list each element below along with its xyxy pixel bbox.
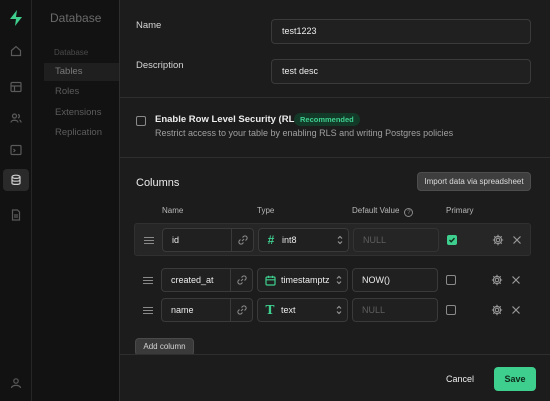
text-t-icon: T xyxy=(265,303,275,317)
import-spreadsheet-button[interactable]: Import data via spreadsheet xyxy=(417,172,531,191)
table-description-input[interactable]: test desc xyxy=(271,59,531,84)
column-row: created_at timestamptz NOW() xyxy=(134,264,531,297)
drag-handle-icon[interactable] xyxy=(143,307,153,314)
docs-icon[interactable] xyxy=(8,207,24,223)
link-icon[interactable] xyxy=(230,269,252,291)
nav-rail xyxy=(0,0,32,401)
hash-icon: # xyxy=(267,233,275,247)
rls-description: Restrict access to your table by enablin… xyxy=(155,128,454,138)
divider xyxy=(120,157,550,158)
column-type-value: int8 xyxy=(282,235,297,245)
primary-key-checkbox[interactable] xyxy=(446,305,456,315)
chevron-up-down-icon xyxy=(336,275,342,285)
help-icon[interactable]: ? xyxy=(404,208,414,217)
column-name-input[interactable]: name xyxy=(161,298,253,322)
create-table-panel: Name test1223 Description test desc Enab… xyxy=(119,0,550,401)
primary-key-checkbox[interactable] xyxy=(446,275,456,285)
column-name-input[interactable]: created_at xyxy=(161,268,253,292)
table-editor-icon[interactable] xyxy=(8,79,24,95)
calendar-icon xyxy=(264,274,276,286)
database-icon[interactable] xyxy=(3,169,29,191)
close-icon[interactable] xyxy=(511,305,521,315)
column-header-type: Type xyxy=(257,206,275,215)
rls-checkbox[interactable] xyxy=(136,116,146,126)
column-name-value: id xyxy=(172,235,180,245)
column-header-default: Default Value? xyxy=(352,206,414,217)
user-avatar-icon[interactable] xyxy=(8,375,24,391)
panel-footer: Cancel Save xyxy=(120,354,550,401)
sidebar-section-heading: Database xyxy=(54,48,89,57)
divider xyxy=(120,97,550,98)
gear-icon[interactable] xyxy=(491,274,503,286)
column-name-value: name xyxy=(171,305,194,315)
database-sidebar: Database Database Tables Roles Extension… xyxy=(32,0,144,401)
primary-key-checkbox[interactable] xyxy=(447,235,457,245)
columns-title: Columns xyxy=(136,177,180,189)
name-label: Name xyxy=(136,20,162,31)
default-value-input[interactable]: NOW() xyxy=(352,268,438,292)
home-icon[interactable] xyxy=(8,43,24,59)
auth-users-icon[interactable] xyxy=(8,110,24,126)
column-type-select[interactable]: # int8 xyxy=(258,228,349,252)
save-button[interactable]: Save xyxy=(494,367,536,391)
column-row: id # int8 NULL xyxy=(134,223,531,256)
link-icon[interactable] xyxy=(231,229,253,251)
gear-icon[interactable] xyxy=(491,304,503,316)
gear-icon[interactable] xyxy=(492,234,504,246)
recommended-badge: Recommended xyxy=(294,113,360,126)
column-header-primary: Primary xyxy=(446,206,474,215)
description-label: Description xyxy=(136,60,184,71)
column-row: name T text NULL xyxy=(134,294,531,327)
link-icon[interactable] xyxy=(230,299,252,321)
column-name-input[interactable]: id xyxy=(162,228,254,252)
column-name-value: created_at xyxy=(171,275,214,285)
chevron-up-down-icon xyxy=(337,235,343,245)
drag-handle-icon[interactable] xyxy=(144,237,154,244)
default-value-input[interactable]: NULL xyxy=(352,298,438,322)
table-name-input[interactable]: test1223 xyxy=(271,19,531,44)
cancel-button[interactable]: Cancel xyxy=(434,370,486,388)
sql-editor-icon[interactable] xyxy=(8,142,24,158)
default-value-input[interactable]: NULL xyxy=(353,228,439,252)
close-icon[interactable] xyxy=(512,235,522,245)
column-type-value: text xyxy=(281,305,296,315)
drag-handle-icon[interactable] xyxy=(143,277,153,284)
column-type-select[interactable]: timestamptz xyxy=(257,268,348,292)
chevron-up-down-icon xyxy=(336,305,342,315)
column-header-default-label: Default Value xyxy=(352,206,400,215)
column-header-name: Name xyxy=(162,206,184,215)
column-type-value: timestamptz xyxy=(281,275,330,285)
close-icon[interactable] xyxy=(511,275,521,285)
column-type-select[interactable]: T text xyxy=(257,298,348,322)
rls-title: Enable Row Level Security (RLS) xyxy=(155,114,304,125)
sidebar-title: Database xyxy=(50,11,102,25)
supabase-logo-icon[interactable] xyxy=(8,10,24,26)
